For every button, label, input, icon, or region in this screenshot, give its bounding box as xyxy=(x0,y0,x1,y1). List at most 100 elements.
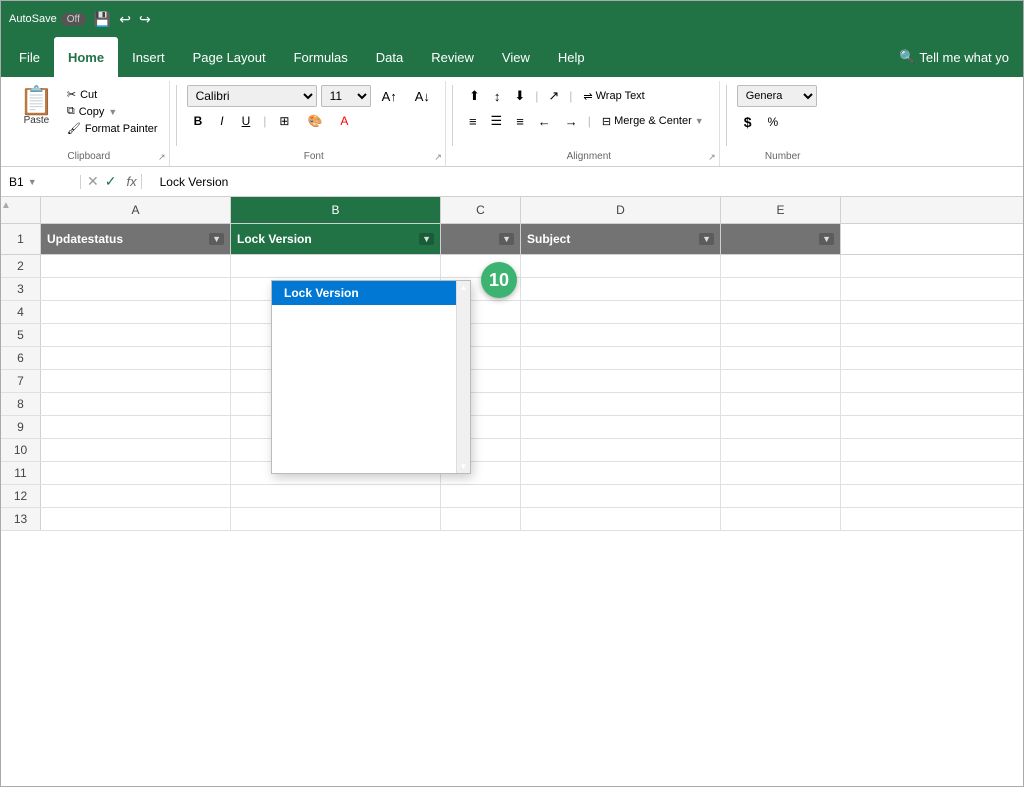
cell-d12[interactable] xyxy=(521,485,721,507)
dropdown-item-id[interactable]: ID xyxy=(272,305,470,329)
increase-indent-button[interactable]: → xyxy=(559,110,584,132)
cell-a7[interactable] xyxy=(41,370,231,392)
cell-b12[interactable] xyxy=(231,485,441,507)
cell-ref-arrow[interactable]: ▼ xyxy=(28,177,37,187)
row-header-13[interactable]: 13 xyxy=(1,508,41,530)
merge-center-button[interactable]: ⊟ Merge & Center ▼ xyxy=(595,112,711,131)
cell-a3[interactable] xyxy=(41,278,231,300)
cell-e13[interactable] xyxy=(721,508,841,530)
menu-view[interactable]: View xyxy=(488,37,544,77)
row-header-11[interactable]: 11 xyxy=(1,462,41,484)
copy-button[interactable]: ⧉ Copy ▼ xyxy=(64,104,161,119)
col-header-b[interactable]: B xyxy=(231,197,441,223)
filter-arrow-e[interactable]: ▼ xyxy=(819,233,834,245)
cell-d3[interactable] xyxy=(521,278,721,300)
wrap-text-button[interactable]: ⇌ Wrap Text xyxy=(576,87,651,106)
merge-dropdown-arrow[interactable]: ▼ xyxy=(695,116,704,126)
redo-icon[interactable]: ↪ xyxy=(139,11,151,28)
col-header-e[interactable]: E xyxy=(721,197,841,223)
cell-a11[interactable] xyxy=(41,462,231,484)
cell-e7[interactable] xyxy=(721,370,841,392)
row-header-7[interactable]: 7 xyxy=(1,370,41,392)
percent-button[interactable]: % xyxy=(761,111,786,133)
bold-button[interactable]: B xyxy=(187,110,210,132)
font-size-select[interactable]: 11 xyxy=(321,85,371,107)
cell-d6[interactable] xyxy=(521,347,721,369)
menu-formulas[interactable]: Formulas xyxy=(280,37,362,77)
dropdown-item-subject[interactable]: Subject xyxy=(272,329,470,353)
menu-file[interactable]: File xyxy=(5,37,54,77)
cell-e8[interactable] xyxy=(721,393,841,415)
dropdown-item-progress[interactable]: Progress (%) xyxy=(272,449,470,473)
row-header-4[interactable]: 4 xyxy=(1,301,41,323)
row-header-6[interactable]: 6 xyxy=(1,347,41,369)
cell-d5[interactable] xyxy=(521,324,721,346)
menu-insert[interactable]: Insert xyxy=(118,37,179,77)
autosave-toggle[interactable]: Off xyxy=(61,13,86,26)
col-header-c[interactable]: C xyxy=(441,197,521,223)
menu-data[interactable]: Data xyxy=(362,37,417,77)
filter-arrow-a[interactable]: ▼ xyxy=(209,233,224,245)
cell-b13[interactable] xyxy=(231,508,441,530)
fill-color-button[interactable]: 🎨 xyxy=(300,110,329,132)
cell-e11[interactable] xyxy=(721,462,841,484)
cell-e9[interactable] xyxy=(721,416,841,438)
row-header-8[interactable]: 8 xyxy=(1,393,41,415)
dollar-button[interactable]: $ xyxy=(737,111,759,133)
row-header-1[interactable]: 1 xyxy=(1,224,41,254)
number-format-select[interactable]: Genera xyxy=(737,85,817,107)
border-button[interactable]: ⊞ xyxy=(272,110,296,132)
font-expand-icon[interactable]: ↗ xyxy=(434,152,442,163)
align-bottom-button[interactable]: ⬇ xyxy=(508,85,531,107)
cell-e12[interactable] xyxy=(721,485,841,507)
italic-button[interactable]: I xyxy=(213,110,230,132)
cell-a2[interactable] xyxy=(41,255,231,277)
cell-c13[interactable] xyxy=(441,508,521,530)
menu-help[interactable]: Help xyxy=(544,37,599,77)
cell-e10[interactable] xyxy=(721,439,841,461)
align-right-button[interactable]: ≡ xyxy=(510,110,530,132)
dropdown-item-description[interactable]: Description xyxy=(272,353,470,377)
cell-d7[interactable] xyxy=(521,370,721,392)
cell-d8[interactable] xyxy=(521,393,721,415)
save-icon[interactable]: 💾 xyxy=(94,11,111,28)
row-header-12[interactable]: 12 xyxy=(1,485,41,507)
cell-b2[interactable] xyxy=(231,255,441,277)
cell-a6[interactable] xyxy=(41,347,231,369)
cell-c12[interactable] xyxy=(441,485,521,507)
underline-button[interactable]: U xyxy=(235,110,258,132)
align-middle-button[interactable]: ↕ xyxy=(488,85,507,107)
paste-button[interactable]: 📋 Paste xyxy=(13,85,60,128)
filter-arrow-d[interactable]: ▼ xyxy=(699,233,714,245)
align-center-button[interactable]: ☰ xyxy=(485,110,509,132)
cell-d10[interactable] xyxy=(521,439,721,461)
col-header-a[interactable]: A xyxy=(41,197,231,223)
col-header-d[interactable]: D xyxy=(521,197,721,223)
row-header-3[interactable]: 3 xyxy=(1,278,41,300)
fx-icon[interactable]: fx xyxy=(122,174,141,189)
cell-a13[interactable] xyxy=(41,508,231,530)
cell-d9[interactable] xyxy=(521,416,721,438)
dropdown-item-estimated-time[interactable]: Estimated time xyxy=(272,425,470,449)
menu-page-layout[interactable]: Page Layout xyxy=(179,37,280,77)
cell-e4[interactable] xyxy=(721,301,841,323)
scroll-up-button[interactable]: ▲ xyxy=(458,281,470,294)
cell-d13[interactable] xyxy=(521,508,721,530)
orientation-button[interactable]: ↗ xyxy=(542,85,565,107)
menu-home[interactable]: Home xyxy=(54,37,118,77)
format-painter-button[interactable]: 🖌 Format Painter xyxy=(64,121,161,136)
cell-a12[interactable] xyxy=(41,485,231,507)
filter-arrow-c[interactable]: ▼ xyxy=(499,233,514,245)
corner-cell[interactable]: ▲ xyxy=(1,197,41,223)
dropdown-item-start-date[interactable]: Start date xyxy=(272,377,470,401)
row-header-10[interactable]: 10 xyxy=(1,439,41,461)
cell-a5[interactable] xyxy=(41,324,231,346)
cell-d2[interactable] xyxy=(521,255,721,277)
cell-d11[interactable] xyxy=(521,462,721,484)
cell-a9[interactable] xyxy=(41,416,231,438)
font-shrink-button[interactable]: A↓ xyxy=(408,85,437,107)
align-left-button[interactable]: ≡ xyxy=(463,110,483,132)
cut-button[interactable]: ✂ Cut xyxy=(64,87,161,102)
cell-d4[interactable] xyxy=(521,301,721,323)
cell-e3[interactable] xyxy=(721,278,841,300)
